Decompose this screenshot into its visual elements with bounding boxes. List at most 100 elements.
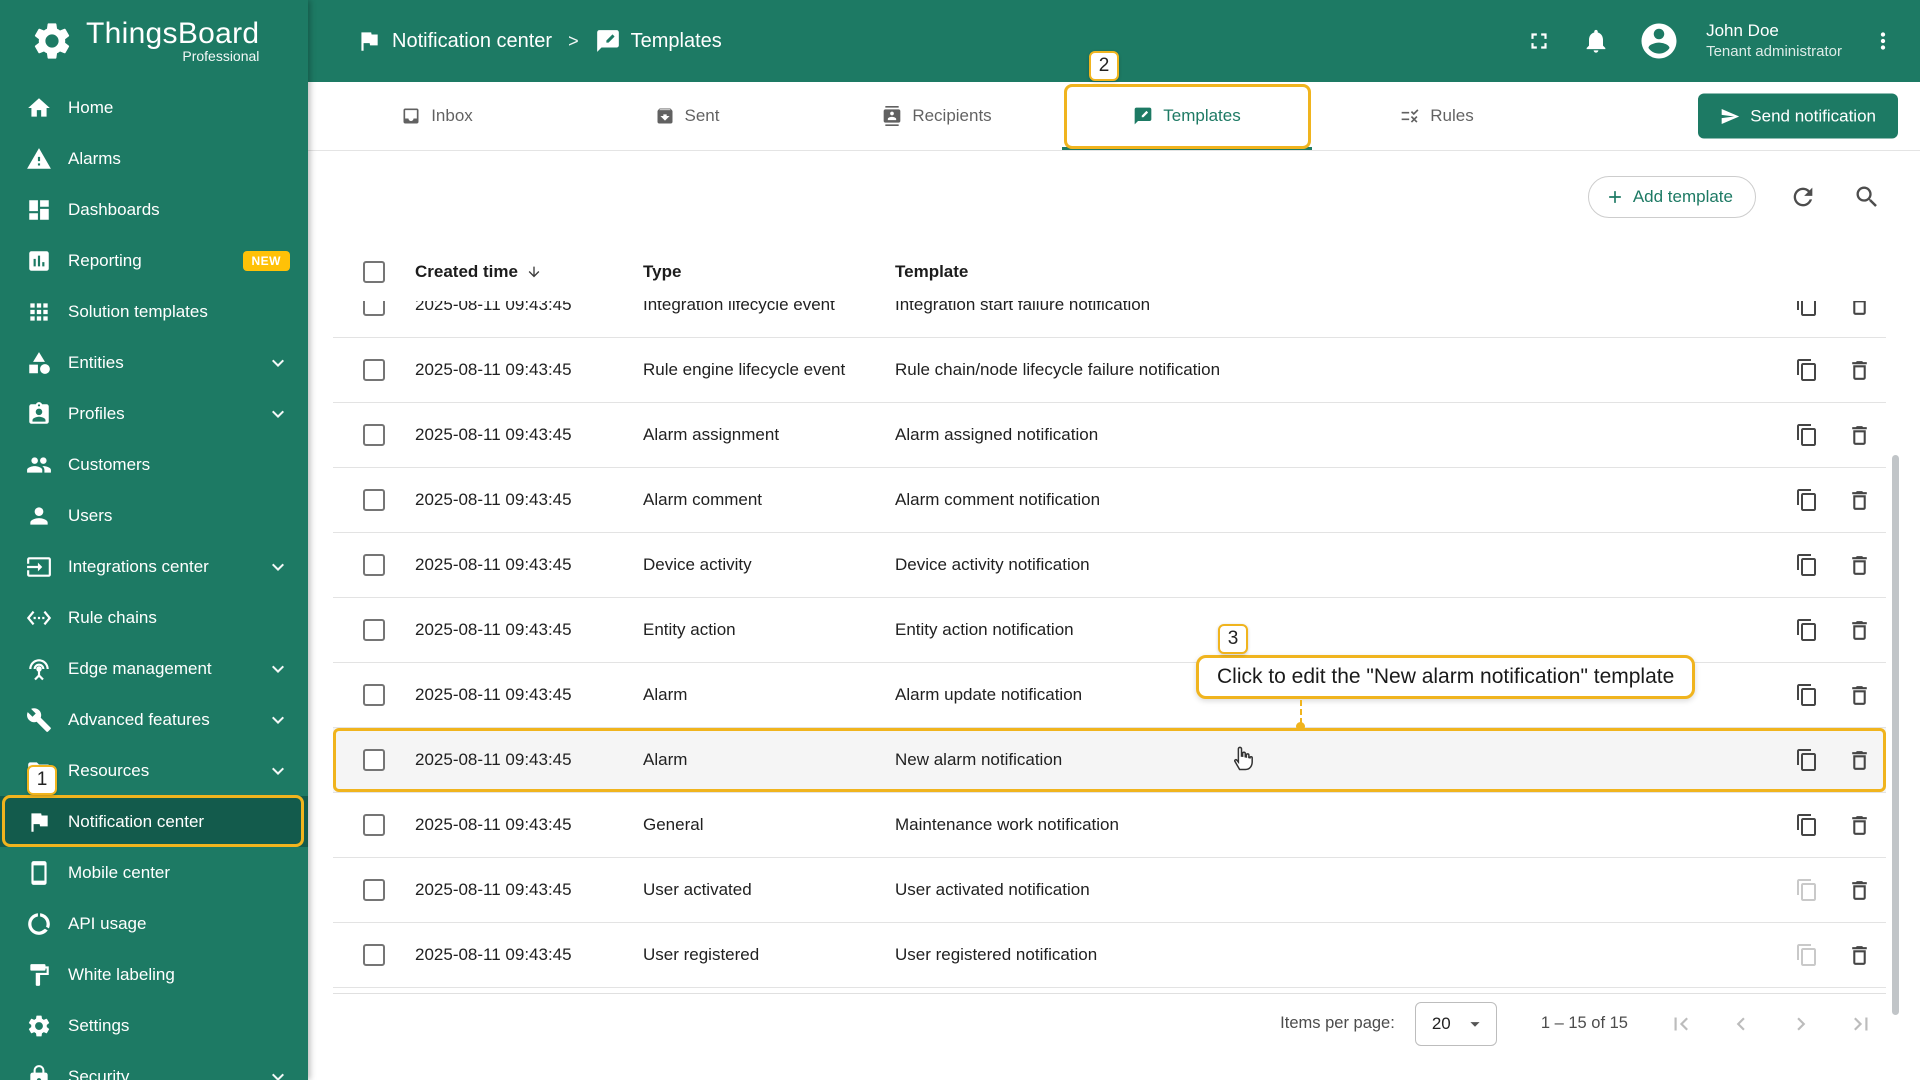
row-checkbox[interactable] <box>363 619 385 641</box>
sidebar-item-profiles[interactable]: Profiles <box>0 388 308 439</box>
delete-template-button[interactable] <box>1845 301 1874 320</box>
row-checkbox[interactable] <box>363 359 385 381</box>
tab-inbox[interactable]: Inbox <box>312 82 562 150</box>
row-checkbox[interactable] <box>363 944 385 966</box>
copy-template-button[interactable] <box>1793 616 1821 644</box>
column-template[interactable]: Template <box>895 262 1736 282</box>
plus-icon <box>1605 187 1625 207</box>
tab-sent[interactable]: Sent <box>562 82 812 150</box>
delete-template-button[interactable] <box>1845 811 1874 840</box>
chevron-down-icon <box>266 708 290 732</box>
avatar[interactable] <box>1638 20 1680 62</box>
sidebar-item-api-usage[interactable]: API usage <box>0 898 308 949</box>
add-template-button[interactable]: Add template <box>1587 176 1756 218</box>
table-row[interactable]: 2025-08-11 09:43:45 Integration lifecycle… <box>333 301 1886 338</box>
delete-template-button[interactable] <box>1845 486 1874 515</box>
cell-created-time: 2025-08-11 09:43:45 <box>415 945 572 964</box>
delete-template-button[interactable] <box>1845 876 1874 905</box>
sidebar-item-mobile-center[interactable]: Mobile center <box>0 847 308 898</box>
table-row[interactable]: 2025-08-11 09:43:45 Alarm Alarm update not… <box>333 663 1886 728</box>
copy-template-button[interactable] <box>1793 356 1821 384</box>
table-row[interactable]: 2025-08-11 09:43:45 Entity action Entity a… <box>333 598 1886 663</box>
refresh-button[interactable] <box>1786 180 1820 214</box>
copy-template-button[interactable] <box>1793 421 1821 449</box>
delete-template-button[interactable] <box>1845 681 1874 710</box>
delete-icon <box>1847 618 1872 643</box>
table-row[interactable]: 2025-08-11 09:43:45 Device activity Device… <box>333 533 1886 598</box>
last-page-button[interactable] <box>1848 1011 1874 1037</box>
table-row[interactable]: 2025-08-11 09:43:45 Alarm comment Alarm co… <box>333 468 1886 533</box>
table-row[interactable]: 2025-08-11 09:43:45 Alarm New alarm notifi… <box>333 728 1886 793</box>
send-notification-button[interactable]: Send notification <box>1698 93 1898 139</box>
breadcrumb-item-templates[interactable]: Templates <box>595 28 722 54</box>
sidebar-item-advanced-features[interactable]: Advanced features <box>0 694 308 745</box>
select-all-checkbox[interactable] <box>363 261 385 283</box>
column-type[interactable]: Type <box>643 262 895 282</box>
row-checkbox[interactable] <box>363 814 385 836</box>
copy-template-button[interactable] <box>1793 746 1821 774</box>
sidebar-item-alarms[interactable]: Alarms <box>0 133 308 184</box>
column-created-time[interactable]: Created time <box>415 262 643 282</box>
row-checkbox[interactable] <box>363 424 385 446</box>
row-checkbox[interactable] <box>363 879 385 901</box>
tab-recipients[interactable]: Recipients <box>812 82 1062 150</box>
delete-template-button[interactable] <box>1845 941 1874 970</box>
more-menu-button[interactable] <box>1868 26 1898 56</box>
sidebar-item-settings[interactable]: Settings <box>0 1000 308 1051</box>
sidebar-item-integrations-center[interactable]: Integrations center <box>0 541 308 592</box>
copy-template-button[interactable] <box>1793 301 1821 319</box>
row-checkbox[interactable] <box>363 301 385 316</box>
row-checkbox[interactable] <box>363 749 385 771</box>
copy-icon <box>1795 423 1819 447</box>
copy-template-button[interactable] <box>1793 876 1821 904</box>
dashboard-icon <box>26 197 52 223</box>
sidebar-item-notification-center[interactable]: Notification center <box>0 796 308 847</box>
delete-template-button[interactable] <box>1845 616 1874 645</box>
sidebar-item-reporting[interactable]: Reporting NEW <box>0 235 308 286</box>
first-page-button[interactable] <box>1668 1011 1694 1037</box>
table-row[interactable]: 2025-08-11 09:43:45 Rule engine lifecycle… <box>333 338 1886 403</box>
table-row[interactable]: 2025-08-11 09:43:45 User activated User ac… <box>333 858 1886 923</box>
delete-template-button[interactable] <box>1845 421 1874 450</box>
sidebar-item-users[interactable]: Users <box>0 490 308 541</box>
sidebar-item-home[interactable]: Home <box>0 82 308 133</box>
breadcrumb-item-notification-center[interactable]: Notification center <box>356 28 552 54</box>
inbox-icon <box>401 106 421 126</box>
row-checkbox[interactable] <box>363 554 385 576</box>
search-button[interactable] <box>1850 180 1884 214</box>
copy-template-button[interactable] <box>1793 811 1821 839</box>
copy-template-button[interactable] <box>1793 941 1821 969</box>
next-page-button[interactable] <box>1788 1011 1814 1037</box>
previous-page-button[interactable] <box>1728 1011 1754 1037</box>
tab-templates[interactable]: Templates <box>1062 82 1312 150</box>
row-checkbox[interactable] <box>363 684 385 706</box>
sidebar-item-resources[interactable]: Resources <box>0 745 308 796</box>
delete-template-button[interactable] <box>1845 356 1874 385</box>
table-row[interactable]: 2025-08-11 09:43:45 User registered User r… <box>333 923 1886 988</box>
copy-template-button[interactable] <box>1793 551 1821 579</box>
sidebar-item-label: Users <box>68 505 113 525</box>
row-checkbox[interactable] <box>363 489 385 511</box>
sidebar-item-entities[interactable]: Entities <box>0 337 308 388</box>
table-scrollbar[interactable] <box>1892 455 1899 1015</box>
table-row[interactable]: 2025-08-11 09:43:45 Alarm assignment Alarm… <box>333 403 1886 468</box>
delete-template-button[interactable] <box>1845 551 1874 580</box>
sidebar-item-rule-chains[interactable]: Rule chains <box>0 592 308 643</box>
copy-template-button[interactable] <box>1793 681 1821 709</box>
sidebar-item-edge-management[interactable]: Edge management <box>0 643 308 694</box>
table-row[interactable]: 2025-08-11 09:43:45 General Maintenance wo… <box>333 793 1886 858</box>
sidebar-item-white-labeling[interactable]: White labeling <box>0 949 308 1000</box>
sidebar-item-security[interactable]: Security <box>0 1051 308 1080</box>
fullscreen-button[interactable] <box>1524 26 1554 56</box>
cell-template: User activated notification <box>895 880 1090 899</box>
sidebar-item-solution-templates[interactable]: Solution templates <box>0 286 308 337</box>
sidebar-item-customers[interactable]: Customers <box>0 439 308 490</box>
tabs-bar: Inbox Sent Recipients Templates Rules Send n… <box>308 82 1920 151</box>
items-per-page-select[interactable]: 20 <box>1414 1001 1497 1046</box>
sidebar-item-dashboards[interactable]: Dashboards <box>0 184 308 235</box>
delete-template-button[interactable] <box>1845 746 1874 775</box>
notifications-bell-button[interactable] <box>1580 25 1612 57</box>
tab-rules[interactable]: Rules <box>1312 82 1562 150</box>
cell-created-time: 2025-08-11 09:43:45 <box>415 880 572 899</box>
copy-template-button[interactable] <box>1793 486 1821 514</box>
